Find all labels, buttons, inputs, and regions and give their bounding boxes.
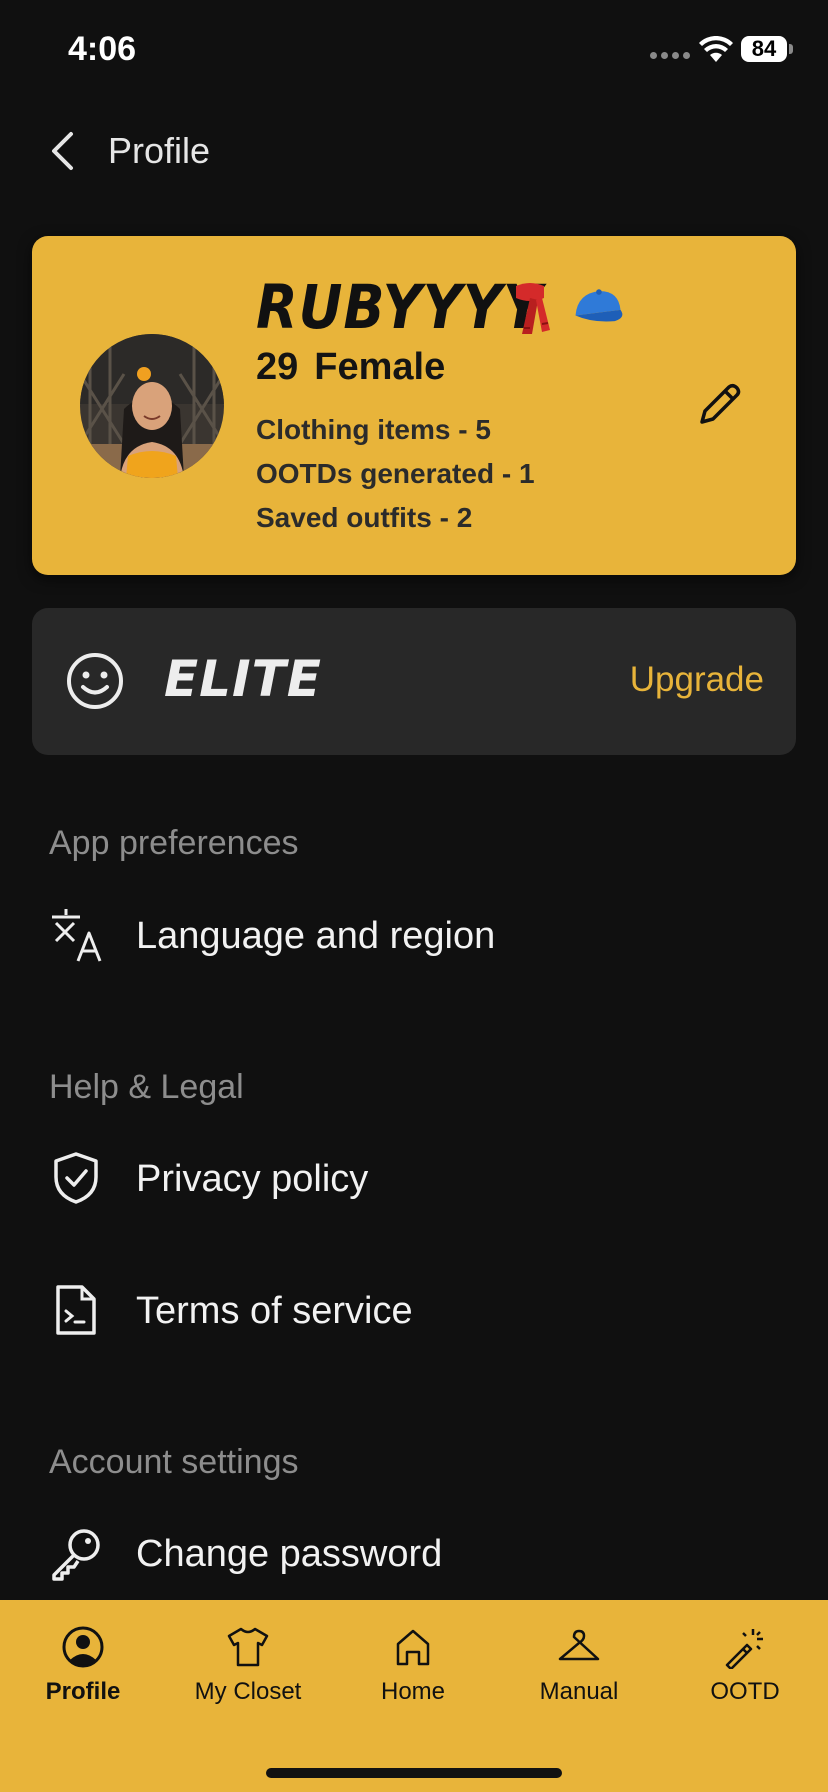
back-button[interactable] [40,126,84,176]
nav-item-manual[interactable]: Manual [496,1624,662,1724]
profile-icon [60,1624,106,1670]
status-bar: 4:06 84 [0,0,828,100]
cap-icon [575,289,623,322]
edit-profile-button[interactable] [692,376,748,432]
setting-label-terms-of-service: Terms of service [136,1290,413,1332]
profile-gender: Female [314,346,446,388]
home-indicator[interactable] [266,1768,562,1778]
wifi-icon [699,36,733,62]
membership-tier: ELITE [164,650,322,708]
smile-icon [67,653,123,709]
home-icon [390,1624,436,1670]
setting-item-terms-of-service[interactable]: Terms of service [0,1260,828,1360]
nav-item-profile[interactable]: Profile [0,1624,166,1724]
bottom-nav: Profile My Closet Home Manual OOTD [0,1600,828,1792]
stat-ootds-generated: OOTDs generated - 1 [256,458,535,489]
cellular-signal-icon [650,52,690,59]
scarf-icon [516,283,550,334]
membership-card: ELITE Upgrade [32,608,796,755]
setting-label-privacy-policy: Privacy policy [136,1158,369,1200]
avatar[interactable] [80,334,224,478]
nav-item-home[interactable]: Home [330,1624,496,1724]
nav-label-ootd: OOTD [710,1678,780,1705]
pencil-icon [700,383,741,424]
avatar-image [80,334,224,478]
setting-item-change-password[interactable]: Change password [0,1503,828,1603]
translate-icon [48,905,104,965]
section-heading-help-legal: Help & Legal [49,1068,244,1106]
setting-item-language[interactable]: Language and region [0,885,828,985]
profile-meta: 29 Female [256,346,445,389]
profile-screen: 4:06 84 Profile RUBYYYY 29 Female Clothi… [0,0,828,1792]
upgrade-button[interactable]: Upgrade [630,660,764,700]
page-title: Profile [108,130,211,171]
section-heading-account-settings: Account settings [49,1443,299,1481]
hanger-icon [556,1624,602,1670]
nav-label-my-closet: My Closet [194,1678,302,1705]
nav-label-home: Home [380,1678,446,1705]
battery-icon: 84 [741,36,787,62]
profile-card: RUBYYYY 29 Female Clothing items - 5 OOT… [32,236,796,575]
setting-label-change-password: Change password [136,1533,443,1575]
status-time: 4:06 [68,30,137,68]
nav-label-profile: Profile [45,1678,121,1705]
shirt-icon [225,1624,271,1670]
stat-clothing-items: Clothing items - 5 [256,414,491,445]
battery-tip [789,44,793,54]
setting-item-privacy-policy[interactable]: Privacy policy [0,1128,828,1228]
section-heading-app-preferences: App preferences [49,824,299,862]
nav-item-ootd[interactable]: OOTD [662,1624,828,1724]
document-terminal-icon [48,1280,104,1340]
stat-saved-outfits: Saved outfits - 2 [256,502,473,533]
nav-item-my-closet[interactable]: My Closet [165,1624,331,1724]
profile-age: 29 [256,346,299,388]
magic-wand-icon [722,1624,768,1670]
setting-label-language: Language and region [136,915,496,957]
chevron-left-icon [52,132,73,170]
nav-label-manual: Manual [539,1678,619,1705]
header: Profile [0,110,828,190]
shield-check-icon [48,1148,104,1208]
key-icon [48,1523,104,1583]
